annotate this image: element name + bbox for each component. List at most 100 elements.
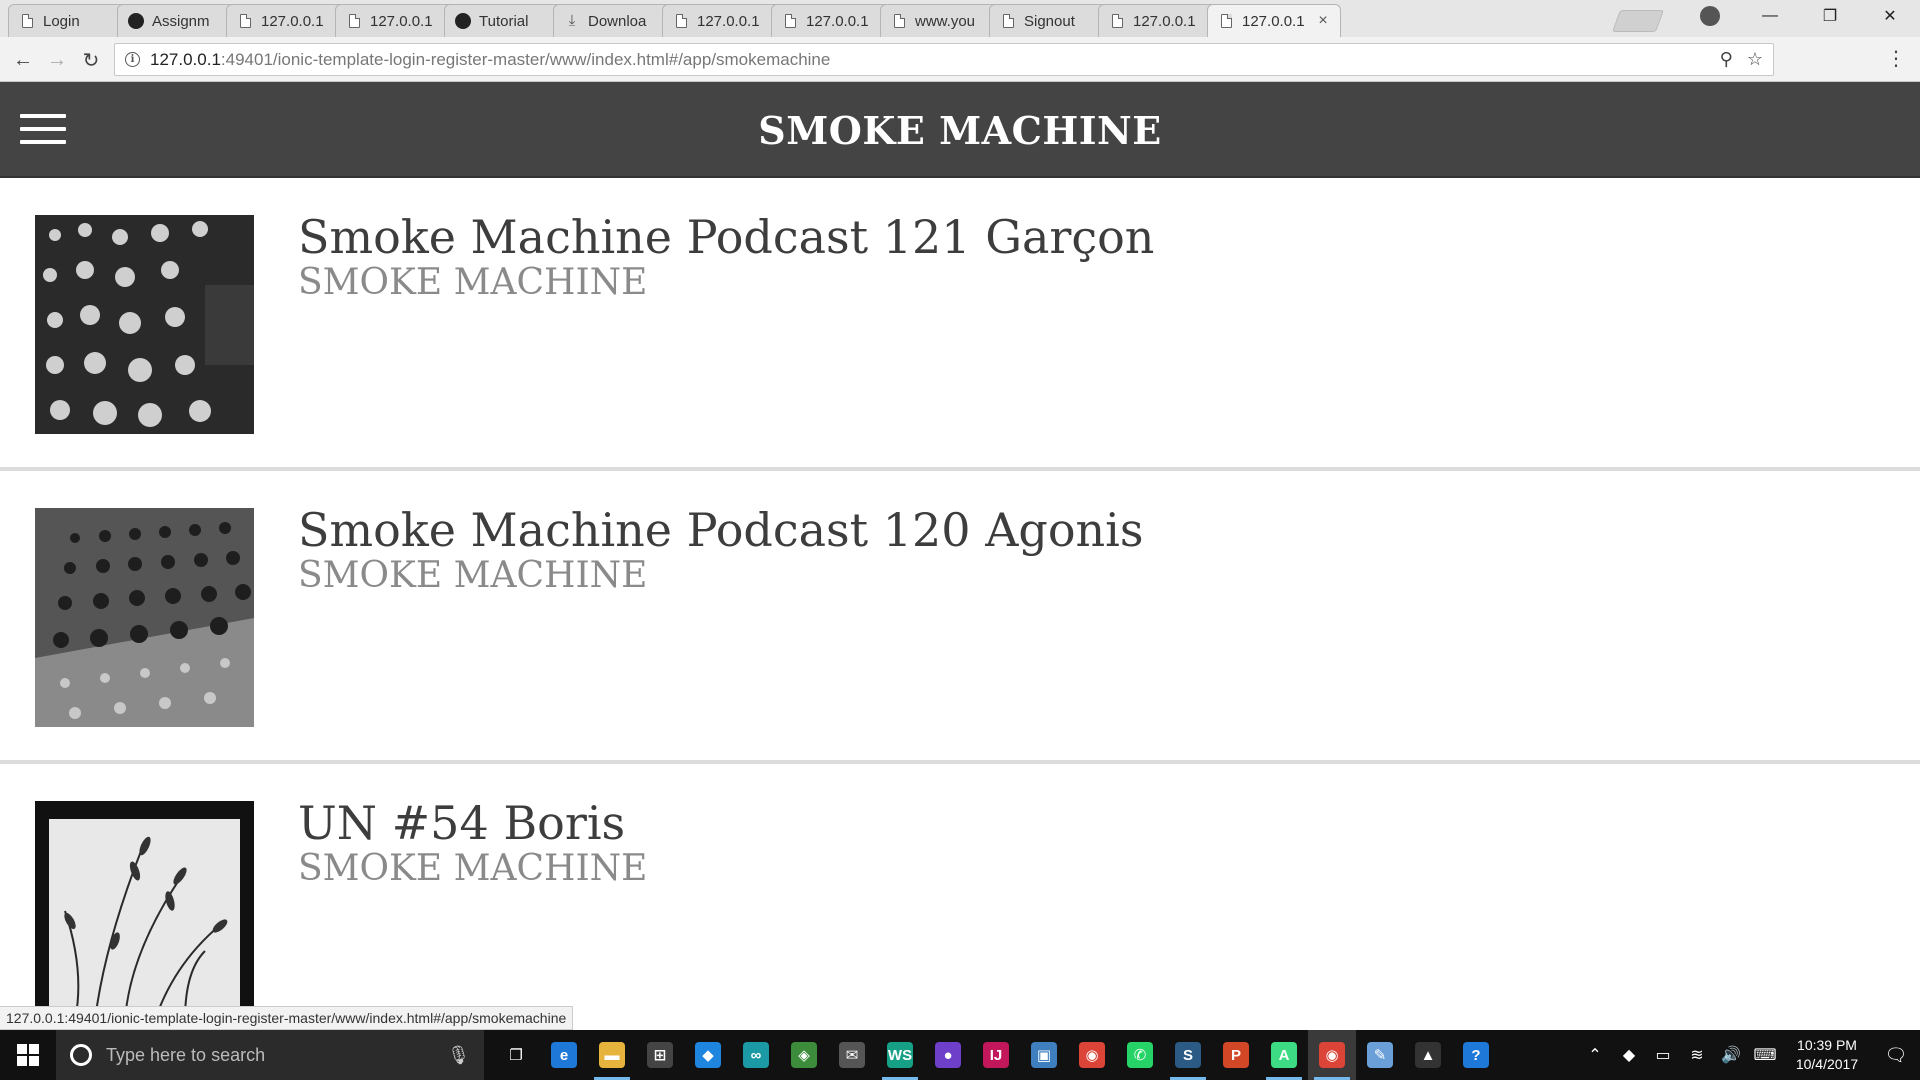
track-artist: SMOKE MACHINE (298, 555, 648, 596)
taskbar-app-button[interactable]: ● (924, 1030, 972, 1080)
edge-icon: e (551, 1042, 577, 1068)
browser-toolbar: ← → ↻ i 127.0.0.1:49401/ionic-template-l… (0, 37, 1920, 82)
store-icon: ⊞ (647, 1042, 673, 1068)
tab-title: 127.0.0.1 (806, 12, 869, 30)
taskbar-app-button[interactable]: ▲ (1404, 1030, 1452, 1080)
taskbar-app-button[interactable]: ▬ (588, 1030, 636, 1080)
taskbar-app-button[interactable]: ✆ (1116, 1030, 1164, 1080)
profile-icon[interactable] (1700, 6, 1720, 26)
tab-title: Downloa (588, 12, 647, 30)
tab-title: 127.0.0.1 (1133, 12, 1196, 30)
cortana-icon[interactable] (70, 1044, 92, 1066)
tab-title: 127.0.0.1 (261, 12, 324, 30)
mail-icon: ✉ (839, 1042, 865, 1068)
taskbar-app-button[interactable]: ⊞ (636, 1030, 684, 1080)
dropbox-tray-icon[interactable]: ◆ (1612, 1045, 1646, 1065)
taskbar-app-button[interactable]: ❐ (492, 1030, 540, 1080)
track-list: Smoke Machine Podcast 121 Garçon SMOKE M… (0, 178, 1920, 1030)
browser-tab-strip: — ❐ ✕ Login×Assignm×127.0.0.1×127.0.0.1×… (0, 0, 1920, 37)
track-item[interactable]: UN #54 Boris SMOKE MACHINE (0, 764, 1920, 1030)
site-info-icon[interactable]: i (125, 52, 140, 67)
volume-icon[interactable]: 🔊 (1714, 1045, 1748, 1065)
close-window-button[interactable]: ✕ (1860, 0, 1920, 32)
new-tab-button[interactable] (1611, 10, 1665, 32)
taskbar-clock[interactable]: 10:39 PM 10/4/2017 (1782, 1036, 1872, 1074)
url-path: :49401/ionic-template-login-register-mas… (220, 49, 831, 69)
track-title: Smoke Machine Podcast 120 Agonis (298, 503, 1144, 557)
tab-title: 127.0.0.1 (697, 12, 760, 30)
browser-tab[interactable]: 127.0.0.1 × (1207, 4, 1341, 37)
taskbar-pinned-apps: ❐ e ▬ ⊞ ◆ ∞ ◈ ✉ WS ● IJ ▣ ◉ ✆ S P A ◉ ✎ ▲? (492, 1030, 1500, 1080)
document-icon (1000, 13, 1016, 29)
tab-title: Login (43, 12, 80, 30)
taskbar-app-button[interactable]: IJ (972, 1030, 1020, 1080)
restore-button[interactable]: ❐ (1800, 0, 1860, 32)
back-button[interactable]: ← (10, 47, 36, 73)
whatsapp-icon: ✆ (1127, 1042, 1153, 1068)
taskbar-app-button[interactable]: e (540, 1030, 588, 1080)
tab-title: www.you (915, 12, 976, 30)
status-bar-url: 127.0.0.1:49401/ionic-template-login-reg… (0, 1006, 574, 1030)
keyboard-icon[interactable]: ⌨ (1748, 1045, 1782, 1065)
taskbar-app-button[interactable]: ∞ (732, 1030, 780, 1080)
taskbar-app-button[interactable]: S (1164, 1030, 1212, 1080)
track-artist: SMOKE MACHINE (298, 262, 648, 303)
track-item[interactable]: Smoke Machine Podcast 120 Agonis SMOKE M… (0, 471, 1920, 764)
bookmark-star-icon[interactable]: ☆ (1747, 49, 1763, 70)
document-icon (1218, 13, 1234, 29)
arduino-icon: ∞ (743, 1042, 769, 1068)
tab-title: Signout (1024, 12, 1075, 30)
taskbar-app-button[interactable]: ◉ (1308, 1030, 1356, 1080)
wifi-icon[interactable]: ≋ (1680, 1045, 1714, 1065)
action-center-icon[interactable]: 🗨 (1872, 1045, 1920, 1066)
taskbar-app-button[interactable]: A (1260, 1030, 1308, 1080)
track-item[interactable]: Smoke Machine Podcast 121 Garçon SMOKE M… (0, 178, 1920, 471)
show-hidden-icons-icon[interactable]: ⌃ (1578, 1045, 1612, 1065)
taskbar-search-box[interactable]: Type here to search 🎙 (56, 1030, 484, 1080)
app-header: SMOKE MACHINE (0, 82, 1920, 178)
windows-logo-icon (17, 1044, 39, 1066)
document-icon (673, 13, 689, 29)
battery-icon[interactable]: ▭ (1646, 1045, 1680, 1065)
forward-button[interactable]: → (44, 47, 70, 73)
android-studio-icon: A (1271, 1042, 1297, 1068)
taskbar-app-button[interactable]: ◉ (1068, 1030, 1116, 1080)
sublime-icon: S (1175, 1042, 1201, 1068)
taskbar-app-button[interactable]: ◆ (684, 1030, 732, 1080)
track-title: UN #54 Boris (298, 796, 626, 850)
virtualbox-icon: ▣ (1031, 1042, 1057, 1068)
tab-title: Assignm (152, 12, 210, 30)
taskbar-app-button[interactable]: P (1212, 1030, 1260, 1080)
taskbar-app-button[interactable]: ✉ (828, 1030, 876, 1080)
taskbar-app-button[interactable]: ◈ (780, 1030, 828, 1080)
start-button[interactable] (0, 1030, 56, 1080)
taskbar-app-button[interactable]: ✎ (1356, 1030, 1404, 1080)
minimize-button[interactable]: — (1740, 0, 1800, 32)
taskbar-app-button[interactable]: ? (1452, 1030, 1500, 1080)
system-tray: ⌃ ◆ ▭ ≋ 🔊 ⌨ 10:39 PM 10/4/2017 🗨 (1578, 1030, 1920, 1080)
document-icon (782, 13, 798, 29)
tab-title: 127.0.0.1 (370, 12, 433, 30)
paint-icon: ✎ (1367, 1042, 1393, 1068)
tab-close-icon[interactable]: × (1316, 12, 1330, 30)
microphone-icon[interactable]: 🎙 (447, 1045, 470, 1066)
taskbar-app-button[interactable]: WS (876, 1030, 924, 1080)
reload-button[interactable]: ↻ (78, 47, 104, 73)
address-bar[interactable]: i 127.0.0.1:49401/ionic-template-login-r… (114, 43, 1774, 76)
page-title: SMOKE MACHINE (758, 108, 1162, 153)
document-icon (237, 13, 253, 29)
tab-title: Tutorial (479, 12, 529, 30)
track-cover-image (35, 801, 254, 1020)
url-host: 127.0.0.1 (150, 49, 221, 69)
intellij-icon: IJ (983, 1042, 1009, 1068)
clock-date: 10/4/2017 (1795, 1056, 1859, 1072)
github-desktop-icon: ● (935, 1042, 961, 1068)
tab-title: 127.0.0.1 (1242, 12, 1305, 30)
document-icon (346, 13, 362, 29)
zoom-icon[interactable]: ⚲ (1720, 49, 1733, 70)
chrome-active-icon: ◉ (1319, 1042, 1345, 1068)
taskbar-app-button[interactable]: ▣ (1020, 1030, 1068, 1080)
track-artist: SMOKE MACHINE (298, 848, 648, 889)
browser-menu-icon[interactable]: ⋮ (1886, 46, 1906, 71)
document-icon (891, 13, 907, 29)
